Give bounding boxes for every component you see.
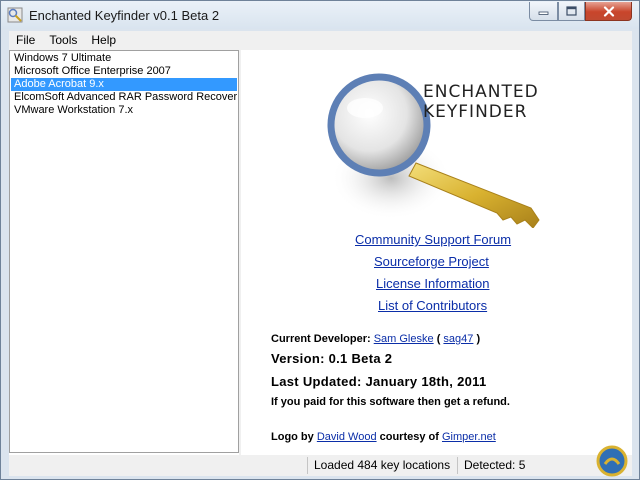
menu-help[interactable]: Help — [84, 31, 123, 50]
about-panel: ENCHANTED KEYFINDER Community Support Fo… — [241, 50, 632, 455]
refund-note: If you paid for this software then get a… — [271, 396, 510, 408]
logo-credit-middle: courtesy of — [379, 431, 439, 443]
status-bar: Loaded 484 key locations Detected: 5 — [9, 455, 632, 476]
paren-open: ( — [436, 333, 441, 345]
list-item-selected[interactable]: Adobe Acrobat 9.x — [11, 78, 237, 91]
developer-line: Current Developer: Sam Gleske ( sag47 ) — [271, 333, 480, 345]
logo-text-line2: KEYFINDER — [423, 102, 528, 122]
logo-credit-prefix: Logo by — [271, 431, 314, 443]
community-forum-link[interactable]: Community Support Forum — [355, 232, 511, 247]
gimper-link[interactable]: Gimper.net — [442, 431, 496, 443]
logo-credit-line: Logo by David Wood courtesy of Gimper.ne… — [271, 431, 496, 443]
close-icon — [603, 5, 614, 17]
license-link[interactable]: License Information — [376, 276, 489, 291]
list-item[interactable]: ElcomSoft Advanced RAR Password Recovery — [11, 91, 237, 104]
sourceforge-link[interactable]: Sourceforge Project — [374, 254, 489, 269]
version-text: Version: 0.1 Beta 2 — [271, 351, 393, 366]
client-area: Windows 7 Ultimate Microsoft Office Ente… — [9, 50, 632, 455]
maximize-icon — [566, 6, 577, 16]
product-list[interactable]: Windows 7 Ultimate Microsoft Office Ente… — [9, 50, 239, 453]
window-title: Enchanted Keyfinder v0.1 Beta 2 — [29, 8, 220, 23]
logo-author-link[interactable]: David Wood — [317, 431, 377, 443]
minimize-icon — [538, 11, 549, 15]
menu-tools[interactable]: Tools — [42, 31, 84, 50]
app-window: Enchanted Keyfinder v0.1 Beta 2 File Too… — [0, 0, 640, 480]
status-loaded: Loaded 484 key locations — [307, 457, 457, 474]
minimize-button[interactable] — [529, 2, 558, 21]
paren-close: ) — [476, 333, 481, 345]
list-item[interactable]: VMware Workstation 7.x — [11, 104, 237, 117]
close-button[interactable] — [585, 2, 632, 21]
developer-handle-link[interactable]: sag47 — [443, 333, 473, 345]
logo-text-line1: ENCHANTED — [423, 82, 539, 102]
contributors-link[interactable]: List of Contributors — [378, 298, 487, 313]
developer-name-link[interactable]: Sam Gleske — [374, 333, 434, 345]
keyfinder-app-icon — [7, 7, 23, 23]
maximize-button[interactable] — [558, 2, 585, 21]
developer-label: Current Developer: — [271, 333, 371, 345]
last-updated-text: Last Updated: January 18th, 2011 — [271, 374, 487, 389]
list-item[interactable]: Microsoft Office Enterprise 2007 — [11, 65, 237, 78]
menu-file[interactable]: File — [9, 31, 42, 50]
sd-badge-icon — [596, 445, 628, 477]
title-bar[interactable]: Enchanted Keyfinder v0.1 Beta 2 — [1, 1, 639, 29]
status-detected: Detected: 5 — [457, 457, 527, 474]
list-item[interactable]: Windows 7 Ultimate — [11, 52, 237, 65]
menu-bar: File Tools Help — [9, 31, 632, 50]
